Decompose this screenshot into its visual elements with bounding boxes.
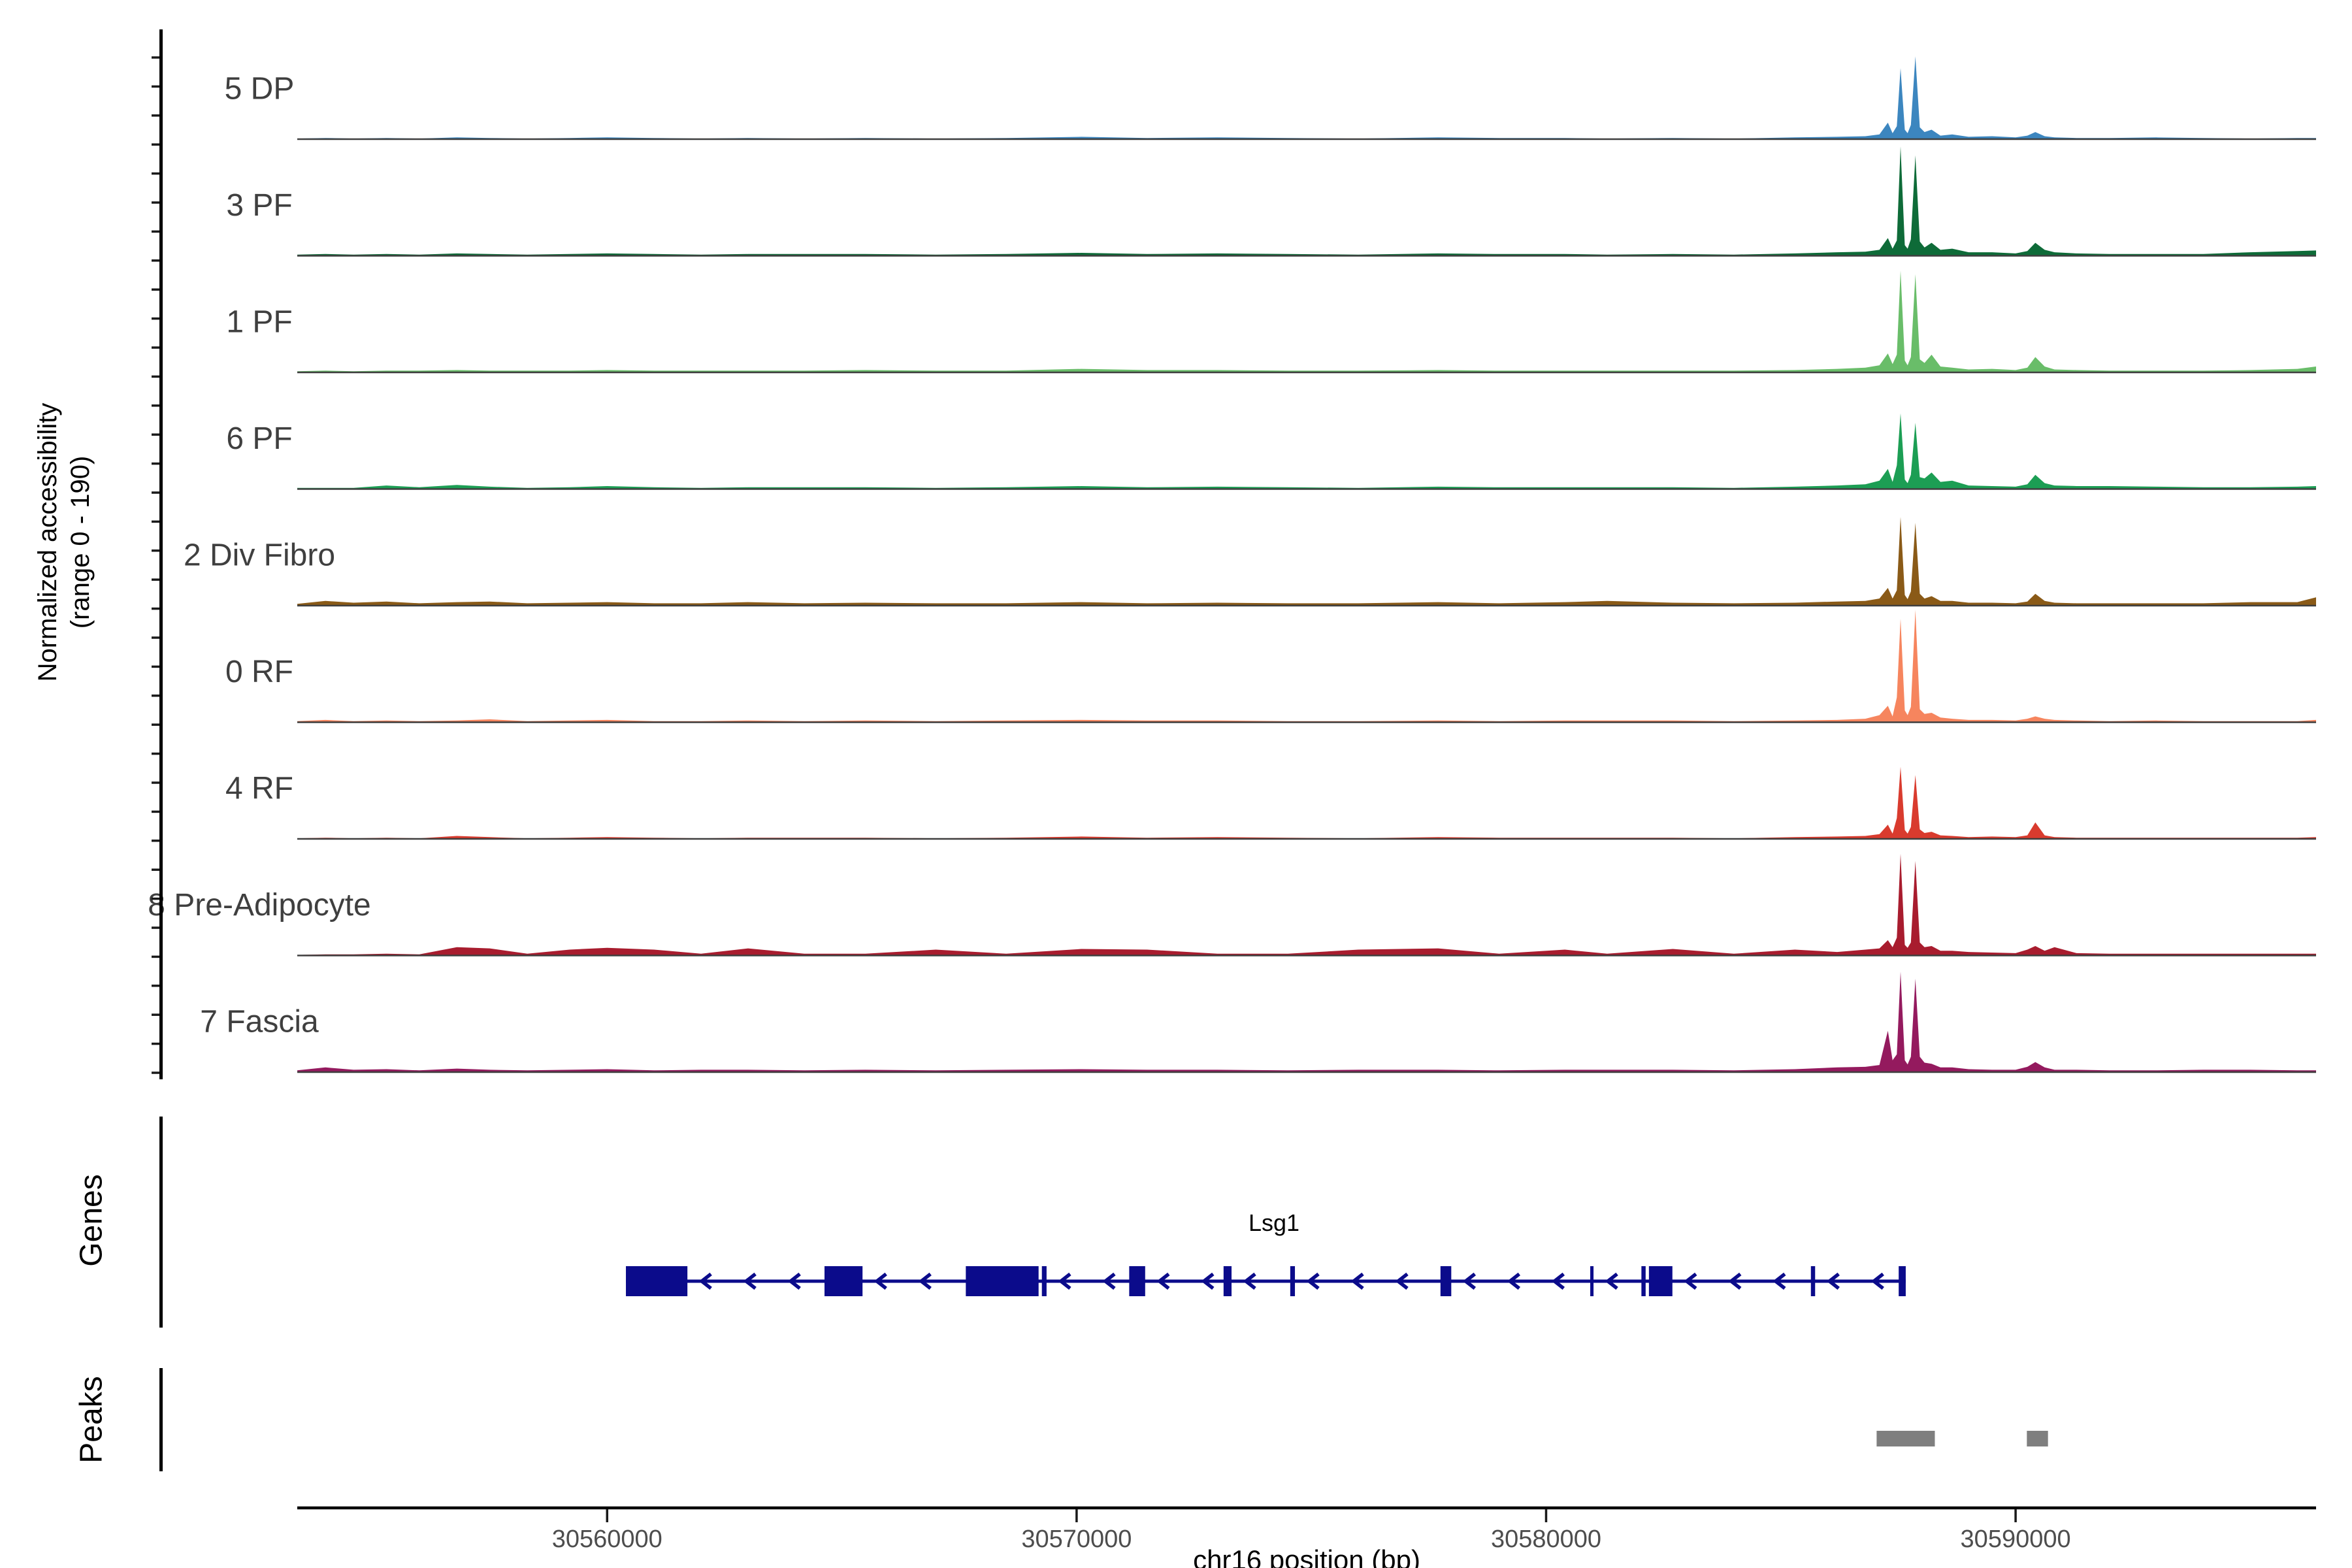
coverage-area-7-fascia <box>297 972 2316 1072</box>
gene-exon <box>825 1266 862 1296</box>
track-label: 0 RF <box>225 655 293 689</box>
gene-body-line <box>626 1280 1906 1283</box>
coverage-area-5-dp <box>297 56 2316 139</box>
gene-label: Lsg1 <box>1249 1209 1299 1237</box>
track-label: 8 Pre-Adipocyte <box>148 888 371 923</box>
gene-exon <box>1811 1266 1815 1296</box>
x-tick-label: 30580000 <box>1491 1526 1601 1553</box>
track-label: 3 PF <box>226 188 292 223</box>
gene-exon <box>1224 1266 1232 1296</box>
x-axis-title: chr16 position (bp) <box>1193 1544 1420 1568</box>
coverage-area-1-pf <box>297 270 2316 372</box>
coverage-plot-svg: 5 DP 3 PF 1 PF 6 PF 2 Div Fibro 0 RF 4 RF 8 Pre… <box>0 0 2352 1568</box>
coverage-area-8-pre-adipocyte <box>297 854 2316 956</box>
x-tick-label: 30560000 <box>552 1526 662 1553</box>
track-label: 4 RF <box>225 772 293 806</box>
peaks-section-label: Peaks <box>74 1376 110 1463</box>
track-label: 1 PF <box>226 305 292 340</box>
coverage-area-4-rf <box>297 767 2316 839</box>
gene-exon <box>1042 1266 1047 1296</box>
y-axis-label-line2: (range 0 - 190) <box>64 403 97 682</box>
gene-exon <box>966 1266 1038 1296</box>
x-tick-label: 30570000 <box>1021 1526 1132 1553</box>
track-label: 2 Div Fibro <box>184 538 335 573</box>
coverage-figure: 5 DP 3 PF 1 PF 6 PF 2 Div Fibro 0 RF 4 RF 8 Pre… <box>0 0 2352 1568</box>
gene-exon <box>1899 1266 1906 1296</box>
track-label: 5 DP <box>225 72 295 106</box>
peak-interval <box>2027 1431 2048 1446</box>
gene-exon <box>626 1266 687 1296</box>
genes-section-label: Genes <box>74 1174 110 1266</box>
gene-exon <box>1649 1266 1673 1296</box>
y-axis-label-line1: Normalized accessibility <box>31 403 64 682</box>
track-label: 7 Fascia <box>200 1005 319 1039</box>
gene-exon <box>1441 1266 1452 1296</box>
coverage-area-3-pf <box>297 146 2316 255</box>
gene-exon <box>1641 1266 1645 1296</box>
coverage-area-2-div-fibro <box>297 517 2316 606</box>
gene-exon <box>1290 1266 1295 1296</box>
y-axis-label: Normalized accessibility (range 0 - 190) <box>31 403 97 682</box>
coverage-area-0-rf <box>297 610 2316 723</box>
gene-exon <box>1590 1266 1593 1296</box>
peak-interval <box>1876 1431 1935 1446</box>
coverage-area-6-pf <box>297 414 2316 489</box>
track-label: 6 PF <box>226 421 292 456</box>
x-tick-label: 30590000 <box>1961 1526 2071 1553</box>
gene-exon <box>1129 1266 1145 1296</box>
